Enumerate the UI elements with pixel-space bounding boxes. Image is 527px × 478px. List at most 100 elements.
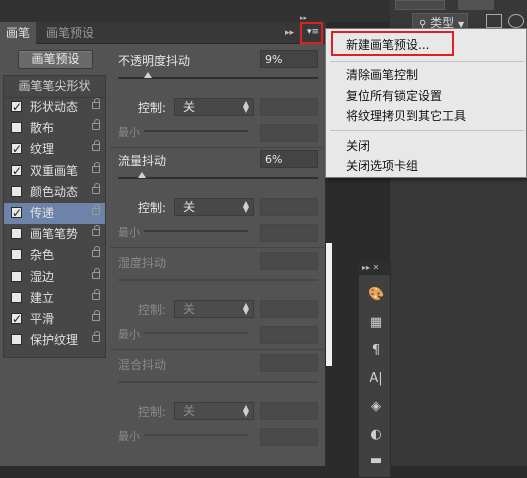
- lock-icon[interactable]: [92, 204, 100, 215]
- menu-item-close-tab-group[interactable]: 关闭选项卡组: [346, 157, 418, 174]
- double-arrow-icon[interactable]: ▸▸: [285, 22, 294, 44]
- lock-icon[interactable]: [92, 161, 100, 173]
- checkbox[interactable]: ✓: [11, 100, 22, 114]
- checkbox[interactable]: ✓: [11, 206, 22, 220]
- brush-option-item[interactable]: 保护纹理: [4, 330, 105, 351]
- brush-option-item[interactable]: 画笔笔势: [4, 224, 105, 245]
- control-extra-field[interactable]: [260, 198, 318, 216]
- brush-option-item[interactable]: 散布: [4, 118, 105, 139]
- min-field[interactable]: [260, 224, 318, 242]
- checkbox[interactable]: [11, 334, 22, 346]
- paragraph-icon[interactable]: ¶: [368, 343, 384, 359]
- min-slider-track[interactable]: [144, 130, 248, 132]
- menu-item-clear-brush-controls[interactable]: 清除画笔控制: [346, 66, 418, 83]
- brush-option-item[interactable]: ✓ 纹理: [4, 139, 105, 160]
- min-slider-track[interactable]: [144, 332, 248, 334]
- control-select[interactable]: 关 ▲ ▼: [174, 402, 254, 420]
- menu-item-reset-locked-settings[interactable]: 复位所有锁定设置: [346, 87, 442, 104]
- palette-icon[interactable]: 🎨: [368, 287, 384, 303]
- panel-menu-button[interactable]: ▾≡: [300, 22, 323, 44]
- brush-option-item[interactable]: ✓ 双重画笔: [4, 161, 105, 182]
- brush-options-list: 画笔笔尖形状 ✓ 形状动态 散布 ✓ 纹理 ✓ 双重画笔 颜色动态 ✓ 传递 画笔笔势 杂色 湿边 建立 ✓…: [3, 75, 106, 358]
- checkbox[interactable]: ✓: [11, 164, 22, 178]
- brush-panel-tabbar: 画笔 画笔预设 ▸▸ ▾≡: [0, 22, 326, 44]
- menu-icon: ▾≡: [307, 27, 320, 37]
- brush-option-item[interactable]: 杂色: [4, 245, 105, 266]
- jitter-slider-track[interactable]: [118, 177, 318, 179]
- brush-option-item[interactable]: 颜色动态: [4, 182, 105, 203]
- control-select[interactable]: 关 ▲ ▼: [174, 300, 254, 318]
- brush-option-label: 画笔笔势: [30, 227, 79, 242]
- lock-icon[interactable]: [92, 119, 100, 131]
- min-field[interactable]: [260, 428, 318, 446]
- checkbox[interactable]: [11, 185, 22, 197]
- jitter-slider-track[interactable]: [118, 279, 318, 281]
- jitter-slider-track[interactable]: [118, 381, 318, 383]
- min-field[interactable]: [260, 326, 318, 344]
- min-slider-track[interactable]: [144, 230, 248, 232]
- tab-brush[interactable]: 画笔: [0, 22, 37, 44]
- lock-icon[interactable]: [92, 331, 100, 343]
- brush-option-item[interactable]: ✓ 形状动态: [4, 97, 105, 118]
- control-select[interactable]: 关 ▲ ▼: [174, 198, 254, 216]
- brush-option-item[interactable]: 建立: [4, 288, 105, 309]
- lock-icon[interactable]: [92, 288, 100, 300]
- menu-item-new-brush-preset[interactable]: 新建画笔预设...: [346, 36, 429, 53]
- menu-separator: [330, 61, 524, 62]
- tab-brush-presets[interactable]: 画笔预设: [40, 22, 100, 44]
- slider-thumb[interactable]: [144, 72, 152, 78]
- checkbox[interactable]: ✓: [11, 312, 22, 326]
- control-extra-field[interactable]: [260, 402, 318, 420]
- percent-field[interactable]: [260, 252, 318, 270]
- checkmark-icon: ✓: [12, 312, 23, 326]
- adjustment-icon[interactable]: ◐: [368, 427, 384, 443]
- brush-option-label: 散布: [30, 121, 55, 136]
- brush-tip-shape-item[interactable]: 画笔笔尖形状: [4, 76, 105, 98]
- image-filter-icon[interactable]: [486, 14, 502, 28]
- toolstrip-collapse[interactable]: ▸▸ ✕: [358, 262, 391, 274]
- control-select[interactable]: 关 ▲ ▼: [174, 98, 254, 116]
- control-extra-field[interactable]: [260, 300, 318, 318]
- menu-item-close[interactable]: 关闭: [346, 137, 370, 154]
- updown-arrow-icon: ▲ ▼: [242, 99, 249, 114]
- checkbox[interactable]: [11, 249, 22, 261]
- checkbox[interactable]: [11, 270, 22, 282]
- right-tab-layers[interactable]: [458, 0, 494, 10]
- grid-icon[interactable]: ▦: [368, 315, 384, 331]
- min-slider-track[interactable]: [144, 434, 248, 436]
- control-select-value: 关: [183, 404, 196, 418]
- section-divider: [110, 147, 324, 148]
- character-icon[interactable]: A|: [368, 371, 384, 387]
- lock-icon[interactable]: [92, 310, 100, 321]
- lock-icon[interactable]: [92, 267, 100, 279]
- canvas-edge: [326, 243, 332, 366]
- percent-field[interactable]: 9%: [260, 50, 318, 68]
- panel-collapse-icon[interactable]: ▸▸: [300, 14, 312, 22]
- lock-icon[interactable]: [92, 98, 100, 109]
- brush-option-item[interactable]: ✓ 平滑: [4, 309, 105, 330]
- lock-icon[interactable]: [92, 182, 100, 194]
- checkbox[interactable]: [11, 122, 22, 134]
- brush-option-item[interactable]: 湿边: [4, 267, 105, 288]
- min-field[interactable]: [260, 124, 318, 142]
- lock-icon[interactable]: [92, 246, 100, 258]
- toolstrip: 🎨 ▦ ¶ A| ◈ ◐ ▬: [358, 274, 391, 478]
- swatch-icon[interactable]: ▬: [368, 453, 384, 469]
- lock-icon[interactable]: [92, 140, 100, 152]
- right-tab-history[interactable]: [395, 0, 445, 10]
- slider-thumb[interactable]: [138, 172, 146, 178]
- adjust-filter-icon[interactable]: [508, 14, 524, 28]
- checkbox[interactable]: [11, 228, 22, 240]
- checkbox[interactable]: ✓: [11, 142, 22, 156]
- section-divider: [110, 247, 324, 248]
- checkbox[interactable]: [11, 291, 22, 303]
- brush-presets-button[interactable]: 画笔预设: [18, 50, 93, 69]
- brush-option-item[interactable]: ✓ 传递: [4, 203, 105, 224]
- percent-field[interactable]: 6%: [260, 150, 318, 168]
- lock-icon[interactable]: [92, 225, 100, 237]
- 3d-cube-icon[interactable]: ◈: [368, 399, 384, 415]
- menu-item-copy-texture[interactable]: 将纹理拷贝到其它工具: [346, 107, 466, 124]
- control-extra-field[interactable]: [260, 98, 318, 116]
- percent-field[interactable]: [260, 354, 318, 372]
- min-label: 最小: [118, 328, 140, 341]
